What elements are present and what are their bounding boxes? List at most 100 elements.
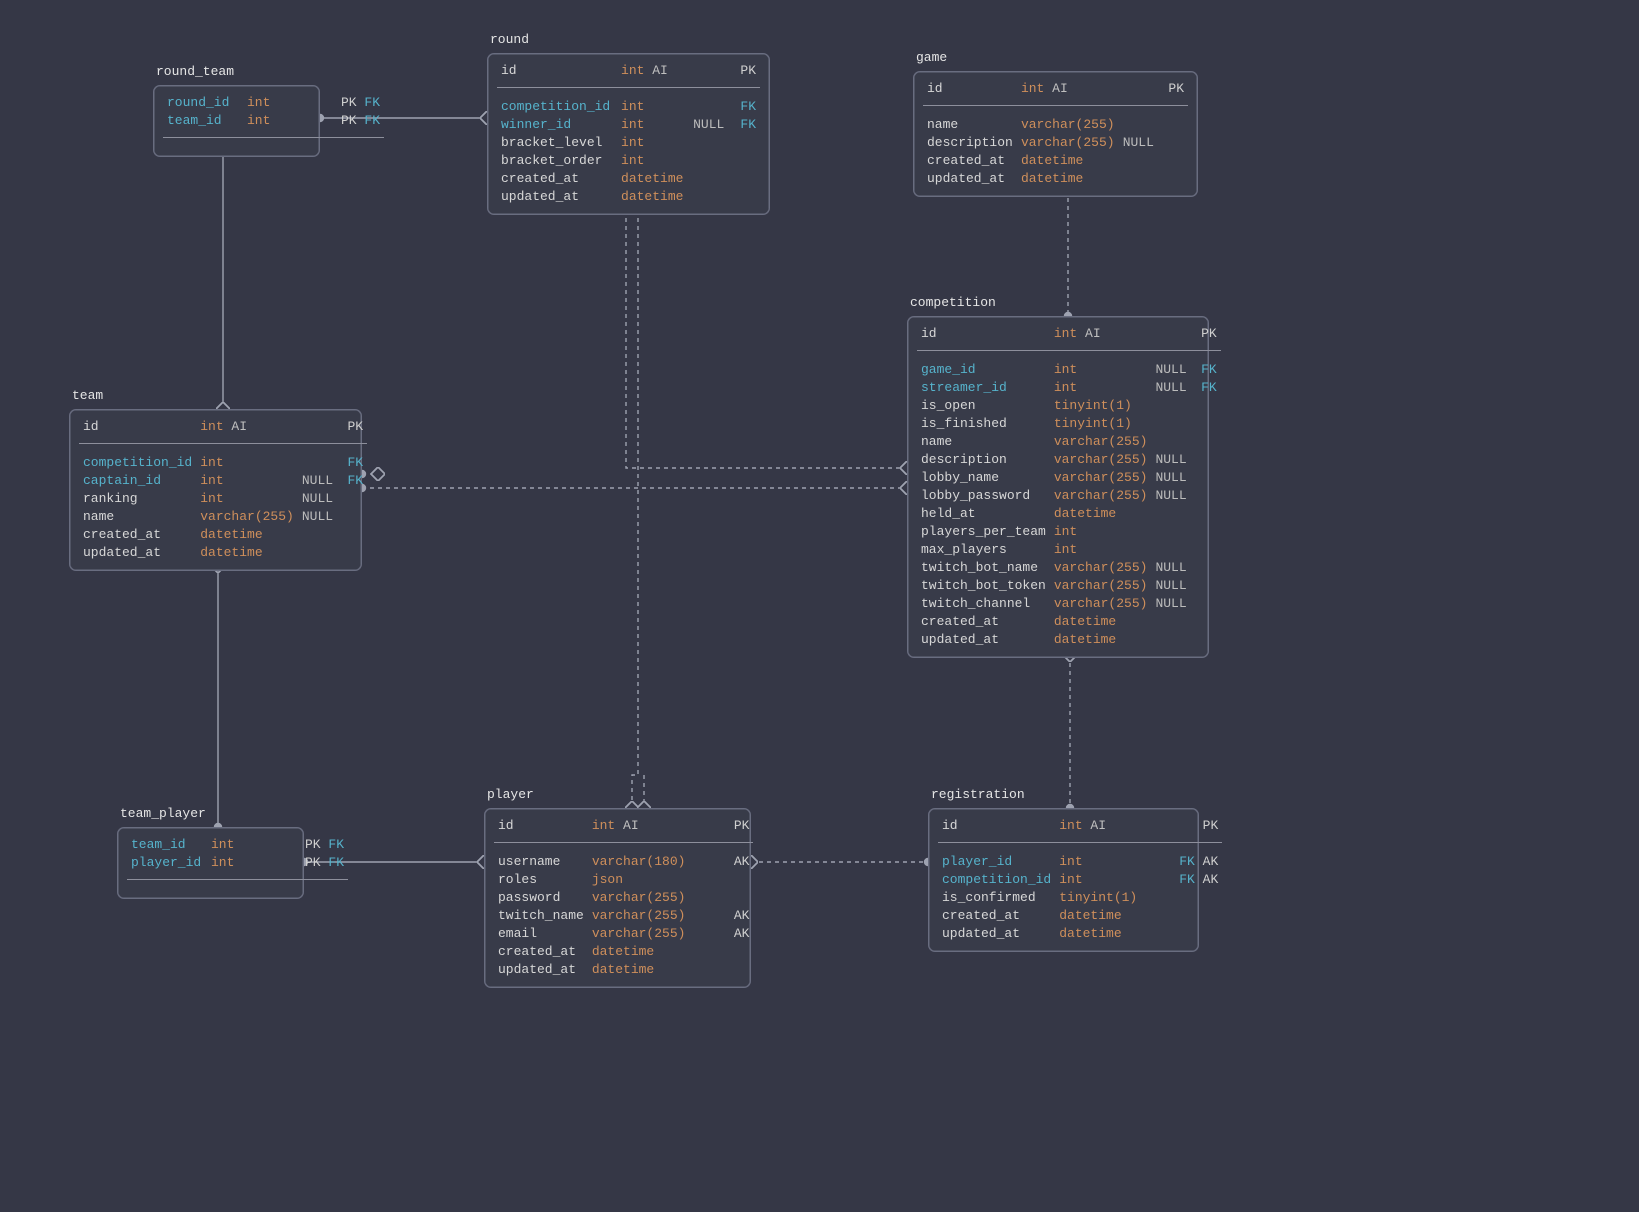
table-team[interactable]: teamidint AIPKcompetition_idintFKcaptain… — [69, 409, 362, 571]
column-row[interactable]: descriptionvarchar(255)NULL — [917, 450, 1221, 468]
column-row[interactable]: created_atdatetime — [923, 151, 1188, 169]
erd-canvas[interactable]: { "tables": { "round_team": { "title": "… — [0, 0, 1639, 1212]
column-type: int AI — [1055, 816, 1141, 834]
column-null — [298, 543, 337, 561]
column-row[interactable]: updated_atdatetime — [79, 543, 367, 561]
column-name: twitch_name — [494, 906, 588, 924]
column-key: PK FK — [337, 93, 384, 111]
column-row[interactable]: lobby_passwordvarchar(255)NULL — [917, 486, 1221, 504]
column-row[interactable]: idint AIPK — [79, 417, 367, 435]
table-team_player[interactable]: team_playerteam_idintPK FKplayer_idintPK… — [117, 827, 304, 899]
column-row[interactable]: is_confirmedtinyint(1) — [938, 888, 1222, 906]
column-row[interactable]: is_finishedtinyint(1) — [917, 414, 1221, 432]
column-null — [1151, 612, 1190, 630]
column-row[interactable]: idint AIPK — [923, 79, 1188, 97]
column-row[interactable]: players_per_teamint — [917, 522, 1221, 540]
column-row[interactable]: captain_idintNULLFK — [79, 471, 367, 489]
table-round[interactable]: roundidint AIPKcompetition_idintFKwinner… — [487, 53, 770, 215]
column-type: varchar(255) — [1050, 594, 1152, 612]
column-null — [689, 97, 729, 115]
column-row[interactable]: twitch_bot_namevarchar(255)NULL — [917, 558, 1221, 576]
column-row[interactable]: team_idintPK FK — [163, 111, 384, 129]
column-row[interactable]: streamer_idintNULLFK — [917, 378, 1221, 396]
column-type: int — [617, 115, 689, 133]
column-row[interactable]: namevarchar(255) — [923, 115, 1188, 133]
column-row[interactable]: namevarchar(255) — [917, 432, 1221, 450]
column-row[interactable]: team_idintPK FK — [127, 835, 348, 853]
table-round_team[interactable]: round_teamround_idintPK FKteam_idintPK F… — [153, 85, 320, 157]
column-key: FK — [1191, 378, 1221, 396]
column-row[interactable]: winner_idintNULLFK — [497, 115, 760, 133]
column-row[interactable]: created_atdatetime — [79, 525, 367, 543]
column-name: twitch_bot_name — [917, 558, 1050, 576]
column-row[interactable]: rolesjson — [494, 870, 753, 888]
column-row[interactable]: is_opentinyint(1) — [917, 396, 1221, 414]
column-row[interactable]: created_atdatetime — [494, 942, 753, 960]
column-row[interactable]: namevarchar(255)NULL — [79, 507, 367, 525]
column-row[interactable]: created_atdatetime — [917, 612, 1221, 630]
column-row[interactable]: twitch_channelvarchar(255)NULL — [917, 594, 1221, 612]
column-row[interactable]: lobby_namevarchar(255)NULL — [917, 468, 1221, 486]
column-key: PK FK — [337, 111, 384, 129]
table-player[interactable]: playeridint AIPKusernamevarchar(180)AKro… — [484, 808, 751, 988]
column-type: int AI — [1050, 324, 1152, 342]
column-row[interactable]: game_idintNULLFK — [917, 360, 1221, 378]
table-rows: round_idintPK FKteam_idintPK FK — [163, 93, 384, 147]
table-rows: idint AIPK competition_idintFKcaptain_idi… — [79, 417, 367, 561]
column-type: varchar(255) — [588, 924, 690, 942]
column-row[interactable]: competition_idintFK — [79, 453, 367, 471]
column-row[interactable]: updated_atdatetime — [938, 924, 1222, 942]
column-type: varchar(255) — [1050, 486, 1152, 504]
column-null — [1151, 540, 1190, 558]
column-row[interactable]: player_idintPK FK — [127, 853, 348, 871]
column-null: NULL — [298, 489, 337, 507]
column-name: password — [494, 888, 588, 906]
table-rows: team_idintPK FKplayer_idintPK FK — [127, 835, 348, 889]
column-null: NULL — [1151, 486, 1190, 504]
column-row[interactable]: competition_idintFK — [497, 97, 760, 115]
column-row[interactable]: twitch_namevarchar(255)AK — [494, 906, 753, 924]
column-null — [689, 960, 723, 978]
table-registration[interactable]: registrationidint AIPKplayer_idintFK AKc… — [928, 808, 1199, 952]
column-row[interactable]: idint AIPK — [494, 816, 753, 834]
column-row[interactable]: held_atdatetime — [917, 504, 1221, 522]
column-row[interactable]: emailvarchar(255)AK — [494, 924, 753, 942]
column-row[interactable]: created_atdatetime — [497, 169, 760, 187]
column-row[interactable]: created_atdatetime — [938, 906, 1222, 924]
table-rows: idint AIPK usernamevarchar(180)AKrolesjso… — [494, 816, 753, 978]
column-name: description — [917, 450, 1050, 468]
column-key — [1175, 924, 1222, 942]
column-row[interactable]: player_idintFK AK — [938, 852, 1222, 870]
column-row[interactable]: round_idintPK FK — [163, 93, 384, 111]
table-game[interactable]: gameidint AIPKnamevarchar(255)descriptio… — [913, 71, 1198, 197]
column-row[interactable]: bracket_levelint — [497, 133, 760, 151]
column-row[interactable]: passwordvarchar(255) — [494, 888, 753, 906]
column-row[interactable]: competition_idintFK AK — [938, 870, 1222, 888]
column-name: updated_at — [917, 630, 1050, 648]
column-row[interactable]: idint AIPK — [917, 324, 1221, 342]
column-type: datetime — [196, 543, 298, 561]
column-name: team_id — [163, 111, 243, 129]
column-null — [1141, 906, 1175, 924]
column-row[interactable]: idint AIPK — [938, 816, 1222, 834]
column-row[interactable]: updated_atdatetime — [497, 187, 760, 205]
column-name: captain_id — [79, 471, 196, 489]
column-row[interactable]: rankingintNULL — [79, 489, 367, 507]
column-row[interactable]: twitch_bot_tokenvarchar(255)NULL — [917, 576, 1221, 594]
column-name: competition_id — [79, 453, 196, 471]
column-row[interactable]: max_playersint — [917, 540, 1221, 558]
column-row[interactable]: updated_atdatetime — [494, 960, 753, 978]
column-row[interactable]: usernamevarchar(180)AK — [494, 852, 753, 870]
column-row[interactable]: updated_atdatetime — [917, 630, 1221, 648]
column-name: username — [494, 852, 588, 870]
column-type: int — [1050, 360, 1152, 378]
column-row[interactable]: bracket_orderint — [497, 151, 760, 169]
column-row[interactable]: updated_atdatetime — [923, 169, 1188, 187]
column-type: datetime — [1050, 630, 1152, 648]
table-competition[interactable]: competitionidint AIPKgame_idintNULLFKstr… — [907, 316, 1209, 658]
column-row[interactable]: descriptionvarchar(255)NULL — [923, 133, 1188, 151]
column-type: varchar(255) — [1050, 432, 1152, 450]
column-name: updated_at — [938, 924, 1055, 942]
column-null: NULL — [1119, 133, 1158, 151]
column-row[interactable]: idint AIPK — [497, 61, 760, 79]
